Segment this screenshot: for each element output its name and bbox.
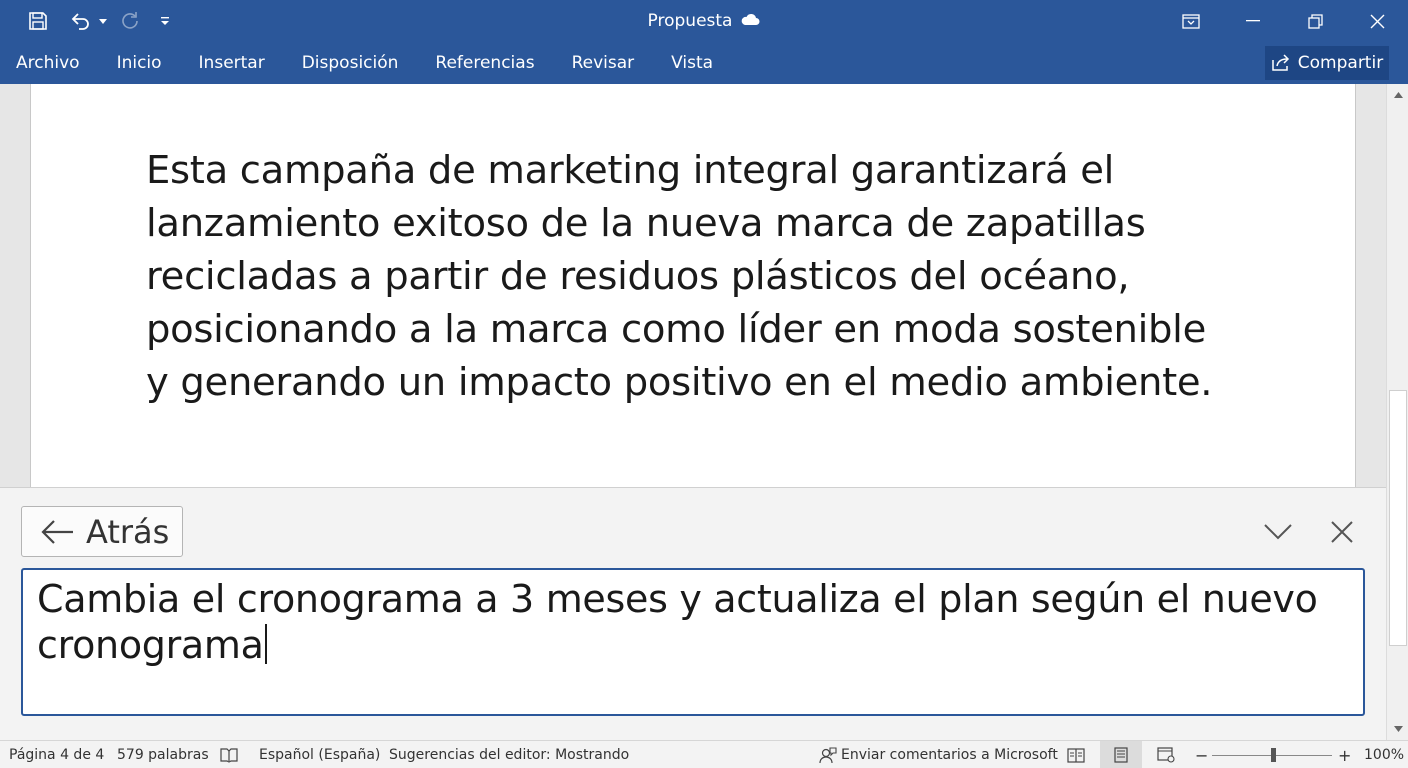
web-layout-icon[interactable] [1157, 741, 1175, 768]
document-paragraph[interactable]: Esta campaña de marketing integral garan… [146, 144, 1236, 409]
zoom-out-button[interactable]: − [1195, 741, 1208, 768]
back-label: Atrás [86, 512, 170, 551]
zoom-level[interactable]: 100% [1364, 741, 1404, 768]
tab-referencias[interactable]: Referencias [435, 53, 534, 73]
zoom-slider-thumb[interactable] [1271, 748, 1276, 762]
restore-icon[interactable] [1284, 0, 1346, 42]
prompt-text: Cambia el cronograma a 3 meses y actuali… [37, 577, 1318, 667]
scroll-down-icon[interactable] [1387, 718, 1408, 740]
feedback-button[interactable]: Enviar comentarios a Microsoft [819, 741, 1058, 768]
document-title-text: Propuesta [647, 11, 733, 31]
customize-toolbar-icon[interactable] [150, 0, 180, 42]
ribbon-tabs: Archivo Inicio Insertar Disposición Refe… [0, 42, 750, 84]
vertical-scrollbar[interactable] [1386, 84, 1408, 740]
arrow-left-icon [41, 519, 73, 544]
scroll-up-icon[interactable] [1387, 84, 1408, 106]
word-count[interactable]: 579 palabras [117, 741, 209, 768]
editor-suggestions-status[interactable]: Sugerencias del editor: Mostrando [389, 741, 629, 768]
language-status[interactable]: Español (España) [259, 741, 380, 768]
scrollbar-thumb[interactable] [1389, 390, 1407, 646]
quick-access-toolbar [0, 0, 180, 42]
read-mode-icon[interactable] [1067, 741, 1085, 768]
text-caret [264, 624, 267, 664]
prompt-panel: Atrás Cambia el cronograma a 3 meses y a… [0, 487, 1386, 740]
ribbon-tab-bar: Archivo Inicio Insertar Disposición Refe… [0, 42, 1408, 84]
status-bar: Página 4 de 4 579 palabras Español (Espa… [0, 740, 1408, 768]
save-icon[interactable] [18, 0, 58, 42]
page-count[interactable]: Página 4 de 4 [9, 741, 104, 768]
tab-vista[interactable]: Vista [671, 53, 713, 73]
undo-dropdown-icon[interactable] [96, 0, 110, 42]
chevron-down-icon[interactable] [1260, 514, 1296, 550]
feedback-icon [819, 746, 837, 763]
tab-archivo[interactable]: Archivo [16, 53, 80, 73]
cloud-icon [740, 11, 760, 31]
feedback-label: Enviar comentarios a Microsoft [841, 747, 1058, 763]
redo-icon[interactable] [114, 0, 146, 42]
tab-revisar[interactable]: Revisar [572, 53, 635, 73]
close-panel-icon[interactable] [1324, 514, 1360, 550]
close-icon[interactable] [1346, 0, 1408, 42]
tab-inicio[interactable]: Inicio [117, 53, 162, 73]
share-icon [1272, 54, 1289, 71]
document-area[interactable]: Esta campaña de marketing integral garan… [0, 84, 1386, 487]
minimize-icon[interactable] [1222, 0, 1284, 42]
tab-insertar[interactable]: Insertar [199, 53, 265, 73]
undo-icon[interactable] [66, 0, 96, 42]
zoom-in-button[interactable]: + [1338, 741, 1351, 768]
share-label: Compartir [1297, 53, 1384, 73]
print-layout-icon[interactable] [1100, 741, 1142, 768]
proofing-icon[interactable] [220, 741, 238, 768]
tab-disposicion[interactable]: Disposición [302, 53, 399, 73]
back-button[interactable]: Atrás [21, 506, 183, 557]
window-controls [1160, 0, 1408, 42]
document-page[interactable]: Esta campaña de marketing integral garan… [30, 84, 1356, 487]
prompt-input[interactable]: Cambia el cronograma a 3 meses y actuali… [21, 568, 1365, 716]
title-bar: Propuesta [0, 0, 1408, 42]
share-button[interactable]: Compartir [1265, 46, 1389, 80]
ribbon-display-options-icon[interactable] [1160, 0, 1222, 42]
